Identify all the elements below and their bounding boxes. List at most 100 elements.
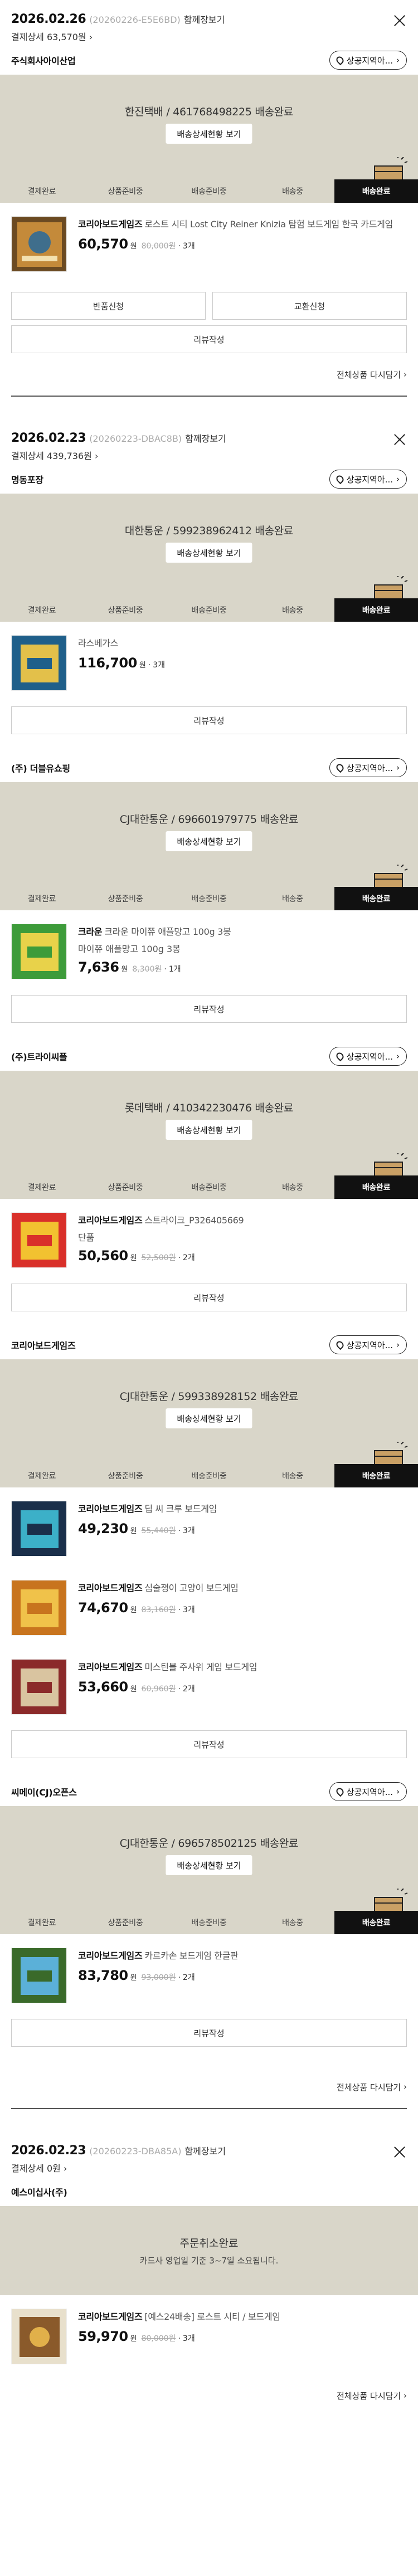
review-button[interactable]: 리뷰작성 [11, 2019, 407, 2047]
product-qty: 3개 [153, 661, 166, 670]
with-order-label: 함께장보기 [185, 433, 226, 444]
product-option: 단품 [78, 1232, 95, 1243]
order-item[interactable]: 라스베가스 116,700 원 · 3개 [0, 622, 418, 701]
reorder-all-link[interactable]: 전체상품 다시담기 › [0, 2374, 418, 2417]
origin-button[interactable]: 상공지역아... › [329, 1335, 407, 1354]
order-item[interactable]: 코리아보드게임즈 딥 씨 크루 보드게임 49,230 원 55,440원 · 3개 [0, 1487, 418, 1567]
order-item[interactable]: 코리아보드게임즈 [예스24배송] 로스트 시티 / 보드게임 59,970 원 80… [0, 2295, 418, 2374]
track-detail-button[interactable]: 배송상세현황 보기 [166, 1855, 252, 1875]
close-icon[interactable] [392, 13, 407, 28]
product-qty: 2개 [182, 1973, 195, 1982]
reorder-all-link[interactable]: 전체상품 다시담기 › [0, 353, 418, 396]
shipping-steps: 결제완료 상품준비중 배송준비중 배송중 배송완료 [0, 1911, 418, 1934]
shipping-status-banner: 대한통운 / 599238962412 배송완료 배송상세현황 보기 결제완료 상품준… [0, 494, 418, 622]
product-price: 60,570 [78, 236, 128, 252]
return-button[interactable]: 반품신청 [11, 292, 206, 320]
step-preparing: 상품준비중 [108, 606, 143, 615]
review-button[interactable]: 리뷰작성 [11, 706, 407, 734]
step-ready: 배송준비중 [191, 606, 227, 615]
track-detail-button[interactable]: 배송상세현황 보기 [166, 1408, 252, 1428]
product-title: 라스베가스 [78, 638, 119, 648]
seller-row: (주)트라이씨플 상공지역아... › [0, 1042, 418, 1071]
qty-separator: · [178, 2334, 181, 2343]
product-brand: 코리아보드게임즈 [78, 2311, 143, 2322]
shipping-steps: 결제완료 상품준비중 배송준비중 배송중 배송완료 [0, 887, 418, 910]
payment-detail-link[interactable]: 결제상세 0원 › [11, 2161, 407, 2174]
product-thumbnail[interactable] [11, 1501, 67, 1557]
review-button[interactable]: 리뷰작성 [11, 325, 407, 353]
product-thumbnail[interactable] [11, 216, 67, 272]
track-detail-button[interactable]: 배송상세현황 보기 [166, 543, 252, 563]
seller-name: 주식회사아이산업 [11, 56, 76, 66]
product-thumbnail[interactable] [11, 1212, 67, 1268]
shipping-status-banner: CJ대한통운 / 696578502125 배송완료 배송상세현황 보기 결제완료 상… [0, 1806, 418, 1934]
seller-name: (주)트라이씨플 [11, 1052, 67, 1062]
product-qty: 3개 [182, 2334, 195, 2343]
payment-detail-text: 결제상세 63,570원 [11, 32, 86, 42]
price-line: 50,560 원 52,500원 · 2개 [78, 1248, 407, 1263]
qty-separator: · [148, 661, 151, 670]
step-delivered: 배송완료 [334, 1911, 418, 1934]
origin-button[interactable]: 상공지역아... › [329, 758, 407, 777]
product-thumbnail[interactable] [11, 1659, 67, 1715]
product-title: [예스24배송] 로스트 시티 / 보드게임 [144, 2311, 280, 2322]
shipping-status-text: 롯데택배 / 410342230476 배송완료 [124, 1102, 294, 1114]
product-thumbnail[interactable] [11, 1948, 67, 2003]
currency-label: 원 [130, 1527, 137, 1535]
cancel-status-banner: 주문취소완료 카드사 영업일 기준 3~7일 소요됩니다. [0, 2206, 418, 2295]
product-thumbnail[interactable] [11, 924, 67, 979]
location-pin-icon [334, 474, 345, 485]
review-button[interactable]: 리뷰작성 [11, 995, 407, 1023]
order-item[interactable]: 코리아보드게임즈 스트라이크_P326405669 단품 50,560 원 52,500원… [0, 1199, 418, 1278]
order-item[interactable]: 코리아보드게임즈 심술쟁이 고양이 보드게임 74,670 원 83,160원 · 3개 [0, 1567, 418, 1646]
original-price: 80,000원 [141, 2334, 176, 2343]
order-date: 2026.02.26 [11, 12, 86, 26]
origin-button[interactable]: 상공지역아... › [329, 470, 407, 489]
product-thumbnail[interactable] [11, 2309, 67, 2364]
order-item[interactable]: 코리아보드게임즈 미스틴블 주사위 게임 보드게임 53,660 원 60,960원 · 2… [0, 1646, 418, 1725]
track-detail-button[interactable]: 배송상세현황 보기 [166, 1120, 252, 1140]
order-header: 2026.02.23 (20260223-DBA85A) 함께장보기 결제상세 0원… [0, 2138, 418, 2177]
close-icon[interactable] [392, 2145, 407, 2159]
product-title: 심술쟁이 고양이 보드게임 [144, 1583, 239, 1593]
reorder-all-link[interactable]: 전체상품 다시담기 › [0, 2066, 418, 2108]
payment-detail-link[interactable]: 결제상세 63,570원 › [11, 30, 407, 43]
review-button[interactable]: 리뷰작성 [11, 1284, 407, 1311]
qty-separator: · [178, 1253, 181, 1262]
product-thumbnail[interactable] [11, 635, 67, 691]
location-pin-icon [334, 1786, 345, 1797]
with-order-label: 함께장보기 [184, 2146, 226, 2157]
reorder-label: 전체상품 다시담기 [337, 2082, 401, 2092]
currency-label: 원 [130, 1606, 137, 1614]
product-price: 7,636 [78, 959, 119, 975]
chevron-right-icon: › [396, 474, 400, 484]
seller-name: 코리아보드게임즈 [11, 1340, 76, 1351]
origin-button[interactable]: 상공지역아... › [329, 1047, 407, 1066]
payment-detail-link[interactable]: 결제상세 439,736원 › [11, 448, 407, 462]
origin-button[interactable]: 상공지역아... › [329, 51, 407, 70]
seller-row: 명동포장 상공지역아... › [0, 465, 418, 494]
original-price: 8,300원 [132, 965, 162, 974]
product-title: 미스틴블 주사위 게임 보드게임 [144, 1662, 257, 1672]
close-icon[interactable] [392, 432, 407, 447]
track-detail-button[interactable]: 배송상세현황 보기 [166, 124, 252, 144]
step-paid: 결제완료 [27, 1919, 56, 1928]
order-item[interactable]: 코리아보드게임즈 로스트 시티 Lost City Reiner Knizia 탐… [0, 203, 418, 282]
track-detail-button[interactable]: 배송상세현황 보기 [166, 831, 252, 851]
price-line: 60,570 원 80,000원 · 3개 [78, 236, 407, 252]
chevron-right-icon: › [404, 369, 407, 379]
product-price: 53,660 [78, 1679, 128, 1695]
cancel-title: 주문취소완료 [179, 2237, 239, 2250]
review-button[interactable]: 리뷰작성 [11, 1730, 407, 1758]
chevron-right-icon: › [89, 32, 93, 42]
price-line: 49,230 원 55,440원 · 3개 [78, 1521, 407, 1536]
order-item[interactable]: 크라운 크라운 마이쮸 애플망고 100g 3봉 마이쮸 애플망고 100g 3봉 7… [0, 910, 418, 989]
qty-separator: · [164, 965, 167, 974]
product-thumbnail[interactable] [11, 1580, 67, 1636]
exchange-button[interactable]: 교환신청 [212, 292, 407, 320]
origin-button[interactable]: 상공지역아... › [329, 1782, 407, 1801]
order-item[interactable]: 코리아보드게임즈 카르카손 보드게임 한글판 83,780 원 93,000원 · 2개 [0, 1934, 418, 2013]
product-price: 83,780 [78, 1968, 128, 1983]
currency-label: 원 [130, 1974, 137, 1982]
shipping-status-banner: CJ대한통운 / 696601979775 배송완료 배송상세현황 보기 결제완료 상… [0, 782, 418, 910]
